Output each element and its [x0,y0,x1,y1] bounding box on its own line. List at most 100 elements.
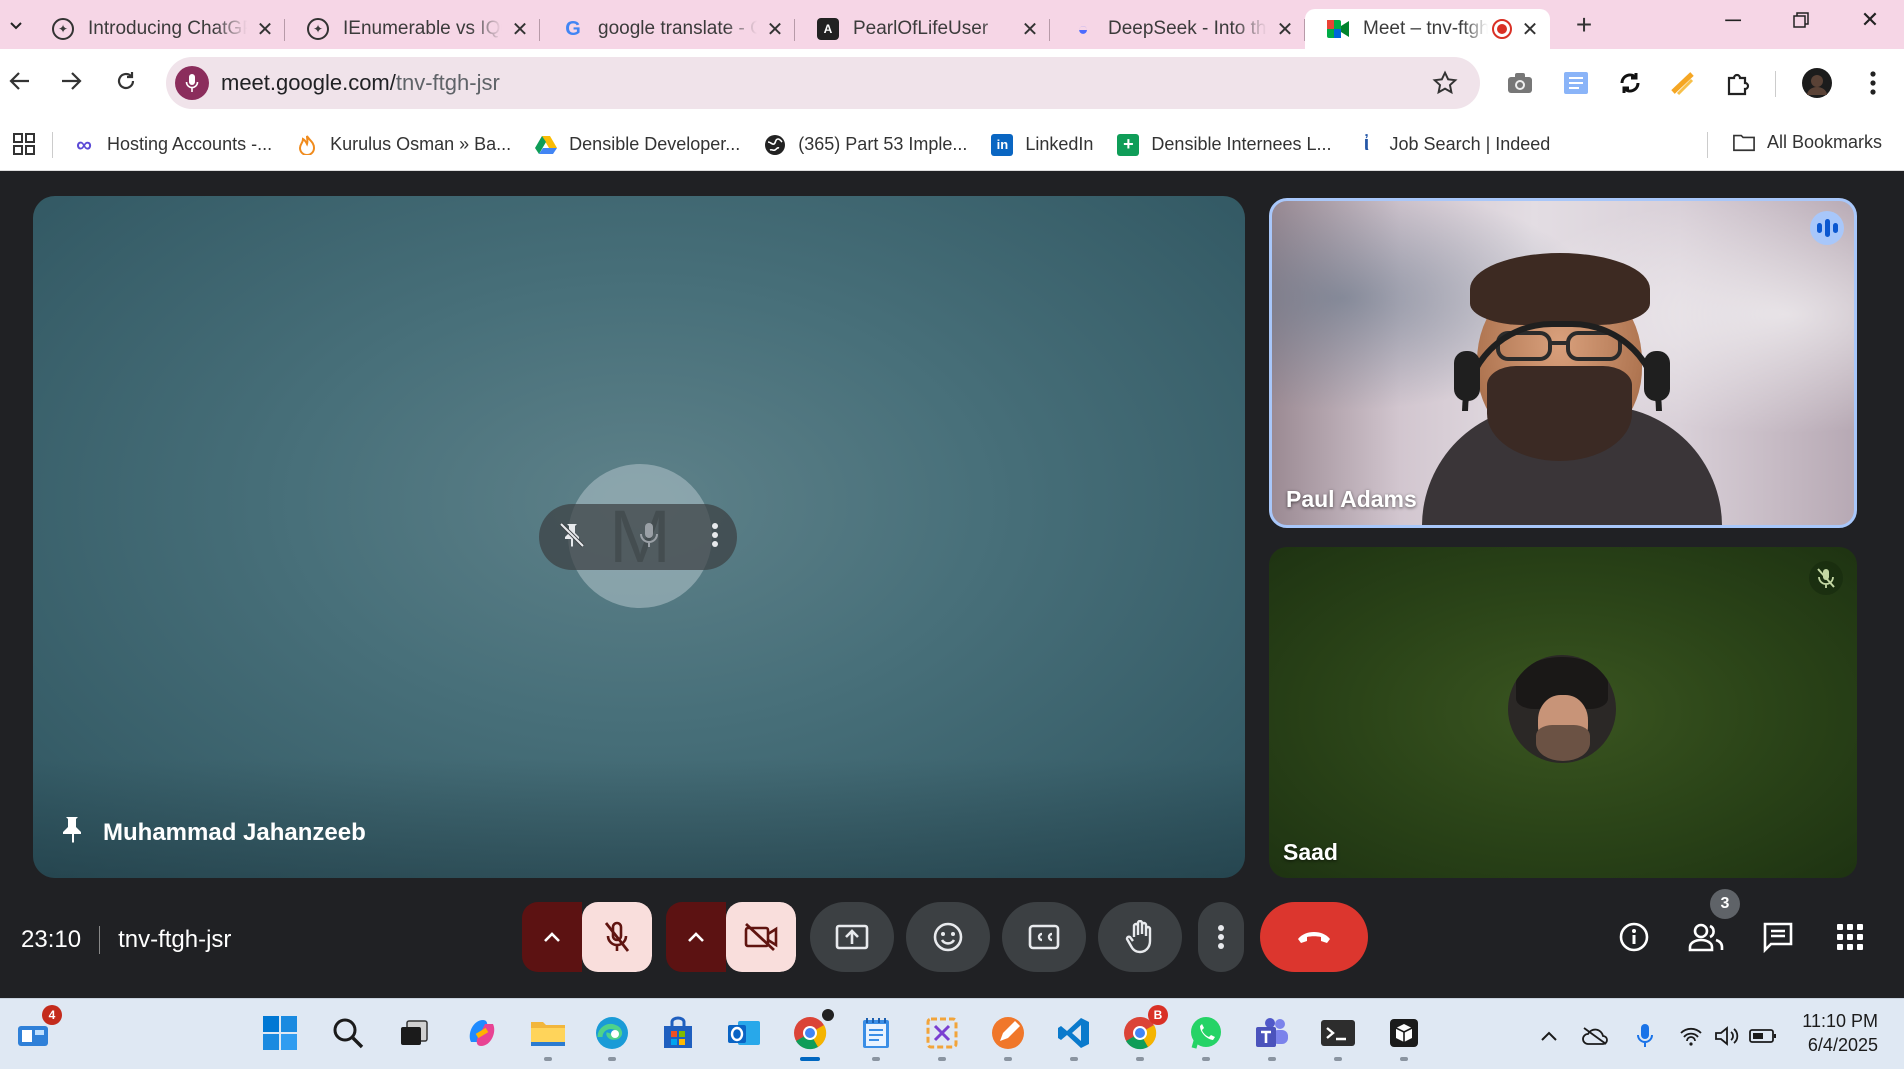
close-tab-icon[interactable]: ✕ [1520,19,1540,41]
bookmark-linkedin[interactable]: in LinkedIn [991,133,1094,156]
video-settings-button[interactable] [666,902,726,972]
reload-button[interactable] [106,61,146,101]
back-button[interactable] [0,61,40,101]
leave-call-button[interactable] [1260,902,1368,972]
chevron-up-icon [544,932,560,942]
participant-tile-saad[interactable]: Saad [1269,547,1857,878]
notepad-app[interactable] [854,1011,898,1061]
box-app[interactable] [1382,1011,1426,1061]
tab-ienumerable[interactable]: ✦ IEnumerable vs IQueryable ✕ [285,9,540,49]
close-window-button[interactable]: ✕ [1840,0,1900,40]
bookmark-densible-developer[interactable]: Densible Developer... [535,134,740,156]
sync-extension-icon[interactable] [1613,66,1647,100]
tab-google-translate[interactable]: G google translate - Google Search ✕ [540,9,795,49]
participant-name-label: Saad [1283,839,1338,865]
teams-app[interactable] [1250,1011,1294,1061]
bookmark-hosting[interactable]: ∞ Hosting Accounts -... [73,131,272,157]
chrome-profile-app[interactable]: B [1118,1005,1168,1061]
highlighter-extension-icon[interactable] [1666,66,1700,100]
search-icon [333,1018,364,1049]
outlook-icon [728,1021,760,1045]
system-clock[interactable]: 11:10 PM 6/4/2025 [1802,1009,1878,1057]
battery-icon[interactable] [1748,1021,1778,1051]
more-options-button[interactable] [711,522,719,553]
audio-settings-button[interactable] [522,902,582,972]
address-bar[interactable]: meet.google.com/tnv-ftgh-jsr [166,57,1480,109]
infinity-icon: ∞ [76,131,92,157]
participant-name-label: Muhammad Jahanzeeb [103,818,366,846]
bookmark-indeed[interactable]: ἰ Job Search | Indeed [1356,133,1551,156]
camera-extension-icon[interactable] [1503,66,1537,100]
people-button[interactable] [1682,912,1730,962]
sketch-app[interactable] [986,1011,1030,1061]
microphone-icon[interactable] [175,66,209,100]
close-tab-icon[interactable]: ✕ [765,19,785,41]
edge-app[interactable] [590,1011,634,1061]
bookmark-kurulus[interactable]: Kurulus Osman » Ba... [296,134,511,156]
reload-icon [117,72,135,90]
chat-icon [1763,922,1793,953]
forward-button[interactable] [51,61,91,101]
chrome-menu-icon[interactable] [1856,66,1890,100]
captions-button[interactable] [1002,902,1086,972]
notification-badge: 4 [42,1005,62,1025]
show-hidden-icons-button[interactable] [1534,1021,1564,1051]
tab-chatgpt[interactable]: ✦ Introducing ChatGPT ✕ [30,9,285,49]
present-screen-button[interactable] [810,902,894,972]
onedrive-icon[interactable] [1580,1021,1610,1051]
bookmark-star-icon[interactable] [1432,70,1458,101]
meeting-code: tnv-ftgh-jsr [118,926,232,953]
close-tab-icon[interactable]: ✕ [510,19,530,41]
volume-icon[interactable] [1712,1021,1742,1051]
wifi-icon[interactable] [1676,1021,1706,1051]
start-button[interactable] [258,1011,302,1055]
participant-tile-main[interactable]: M Muhammad Jahanzeeb [33,196,1245,878]
microphone-toggle-button[interactable] [582,902,652,972]
store-app[interactable] [656,1011,700,1055]
mic-in-use-icon[interactable] [1630,1021,1660,1051]
tab-meet[interactable]: Meet – tnv-ftgh-jsr ✕ [1305,9,1550,49]
all-bookmarks-button[interactable]: All Bookmarks [1733,131,1882,153]
file-explorer-app[interactable] [526,1011,570,1061]
vscode-app[interactable] [1052,1011,1096,1061]
more-options-button[interactable] [1198,902,1244,972]
drive-icon [535,134,558,156]
search-button[interactable] [326,1011,370,1055]
arrow-left-icon [9,72,29,90]
info-icon [1619,922,1649,952]
snipping-tool-app[interactable] [920,1011,964,1061]
participant-count-badge: 3 [1710,889,1740,919]
mute-participant-button[interactable] [634,520,664,555]
new-tab-button[interactable]: + [1564,5,1604,45]
unpin-button[interactable] [557,520,587,555]
reader-extension-icon[interactable] [1559,66,1593,100]
restore-button[interactable] [1771,0,1831,40]
bookmark-label: LinkedIn [1025,134,1094,154]
whatsapp-app[interactable] [1184,1011,1228,1061]
widgets-button[interactable]: 4 [12,1005,62,1055]
copilot-app[interactable] [460,1011,504,1055]
apps-grid-icon[interactable] [12,132,38,158]
close-tab-icon[interactable]: ✕ [1275,19,1295,41]
meeting-details-button[interactable] [1610,912,1658,962]
reactions-button[interactable] [906,902,990,972]
outlook-app[interactable] [722,1011,766,1055]
terminal-app[interactable] [1316,1011,1360,1061]
tab-pearloflife[interactable]: A PearlOfLifeUser ✕ [795,9,1050,49]
camera-toggle-button[interactable] [726,902,796,972]
bookmark-365[interactable]: (365) Part 53 Imple... [764,134,967,156]
task-view-button[interactable] [392,1011,436,1055]
close-tab-icon[interactable]: ✕ [255,19,275,41]
minimize-button[interactable]: ─ [1703,0,1763,40]
close-tab-icon[interactable]: ✕ [1020,19,1040,41]
tab-deepseek[interactable]: ◒ DeepSeek - Into the Unknown ✕ [1050,9,1305,49]
chat-button[interactable] [1754,912,1802,962]
tab-search-button[interactable] [2,9,30,41]
activities-button[interactable] [1826,912,1874,962]
chrome-app[interactable] [788,1007,836,1061]
raise-hand-button[interactable] [1098,902,1182,972]
participant-tile-paul[interactable]: Paul Adams [1269,198,1857,528]
extensions-puzzle-icon[interactable] [1721,66,1755,100]
profile-avatar[interactable] [1800,66,1834,100]
bookmark-densible-internees[interactable]: + Densible Internees L... [1117,133,1332,156]
